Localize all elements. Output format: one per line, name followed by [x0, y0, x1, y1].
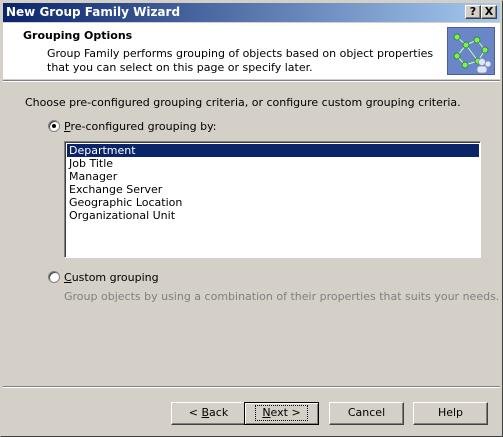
grouping-criteria-list[interactable]: Department Job Title Manager Exchange Se… — [64, 141, 481, 258]
custom-access-key: C — [64, 271, 72, 284]
network-graph-icon — [453, 33, 492, 74]
custom-label-text: ustom grouping — [71, 271, 159, 284]
help-title-button[interactable]: ? — [465, 5, 481, 19]
preconfigured-label-text: re-configured grouping by: — [70, 120, 217, 133]
group-family-wizard-icon — [447, 27, 495, 75]
page-description: Group Family performs grouping of object… — [47, 47, 434, 74]
custom-grouping-description: Group objects by using a combination of … — [64, 290, 500, 303]
header-divider — [3, 80, 500, 82]
radio-checked-dot — [52, 124, 56, 128]
preconfigured-radio-label[interactable]: Pre-configured grouping by: — [64, 120, 216, 133]
list-item-exchange-server[interactable]: Exchange Server — [67, 183, 479, 196]
list-item-department[interactable]: Department — [67, 144, 479, 157]
next-button[interactable]: Next > — [244, 402, 319, 425]
cancel-button[interactable]: Cancel — [329, 402, 404, 425]
list-item-manager[interactable]: Manager — [67, 170, 479, 183]
wizard-window: New Group Family Wizard ? X Grouping Opt… — [0, 0, 503, 437]
preconfigured-radio[interactable] — [48, 120, 60, 132]
help-button[interactable]: Help — [413, 402, 488, 425]
instruction-text: Choose pre-configured grouping criteria,… — [25, 96, 461, 109]
custom-grouping-radio[interactable] — [48, 271, 60, 283]
custom-grouping-radio-label[interactable]: Custom grouping — [64, 271, 159, 284]
list-item-job-title[interactable]: Job Title — [67, 157, 479, 170]
back-prefix: < — [188, 406, 202, 419]
window-title: New Group Family Wizard — [6, 5, 181, 19]
close-title-button[interactable]: X — [481, 5, 497, 19]
next-focus-rect: Next > — [255, 405, 308, 421]
back-button[interactable]: < Back — [171, 402, 246, 425]
title-bar[interactable]: New Group Family Wizard ? X — [3, 3, 500, 22]
list-item-organizational-unit[interactable]: Organizational Unit — [67, 209, 479, 222]
next-access-key: N — [262, 406, 271, 419]
back-access-key: B — [201, 406, 210, 419]
page-title: Grouping Options — [23, 29, 133, 42]
footer-divider — [3, 386, 500, 388]
wizard-header: Grouping Options Group Family performs g… — [3, 23, 500, 79]
back-label-text: ack — [209, 406, 229, 419]
next-label-text: ext > — [270, 406, 301, 419]
list-item-geographic-location[interactable]: Geographic Location — [67, 196, 479, 209]
